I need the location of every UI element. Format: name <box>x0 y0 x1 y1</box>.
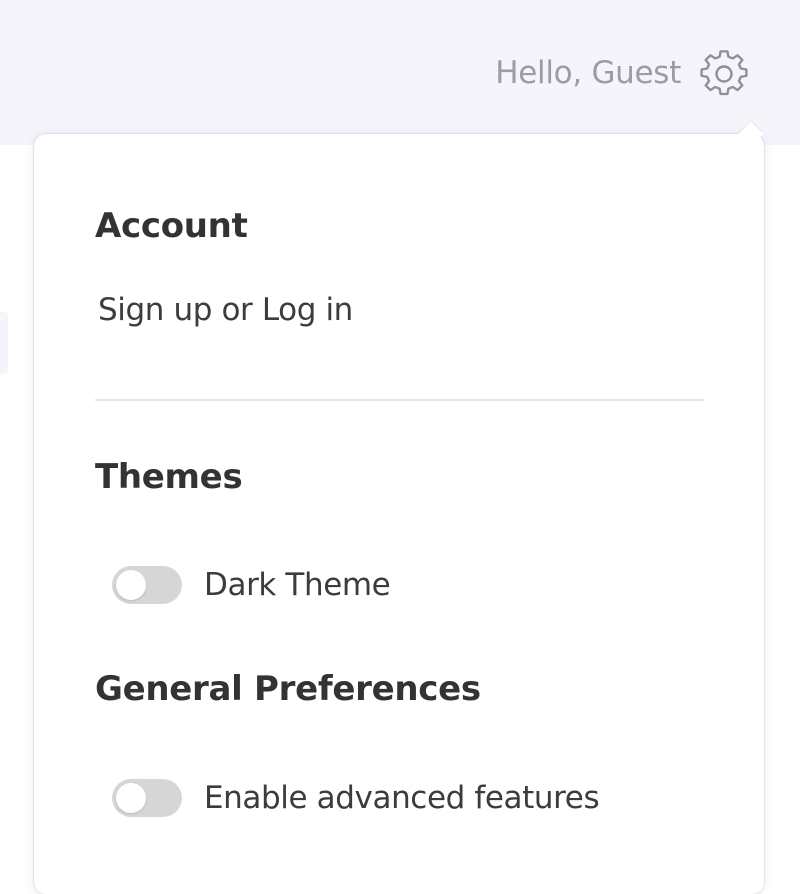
section-divider <box>95 399 704 401</box>
account-heading: Account <box>95 206 248 246</box>
dark-theme-toggle[interactable] <box>112 566 182 604</box>
themes-heading: Themes <box>95 457 243 497</box>
settings-dropdown-panel: Account Sign up or Log in Themes Dark Th… <box>34 121 764 894</box>
top-bar: Hello, Guest <box>0 0 800 145</box>
sign-up-or-log-in-link[interactable]: Sign up or Log in <box>98 292 353 328</box>
dark-theme-label: Dark Theme <box>204 567 391 603</box>
gear-icon <box>700 50 748 96</box>
greeting-text: Hello, Guest <box>495 55 681 91</box>
background-edge <box>0 312 8 374</box>
toggle-knob <box>116 783 146 813</box>
general-preferences-heading: General Preferences <box>95 669 481 709</box>
advanced-features-toggle[interactable] <box>112 779 182 817</box>
settings-button[interactable] <box>700 50 748 98</box>
advanced-features-label: Enable advanced features <box>204 780 600 816</box>
toggle-knob <box>116 570 146 600</box>
